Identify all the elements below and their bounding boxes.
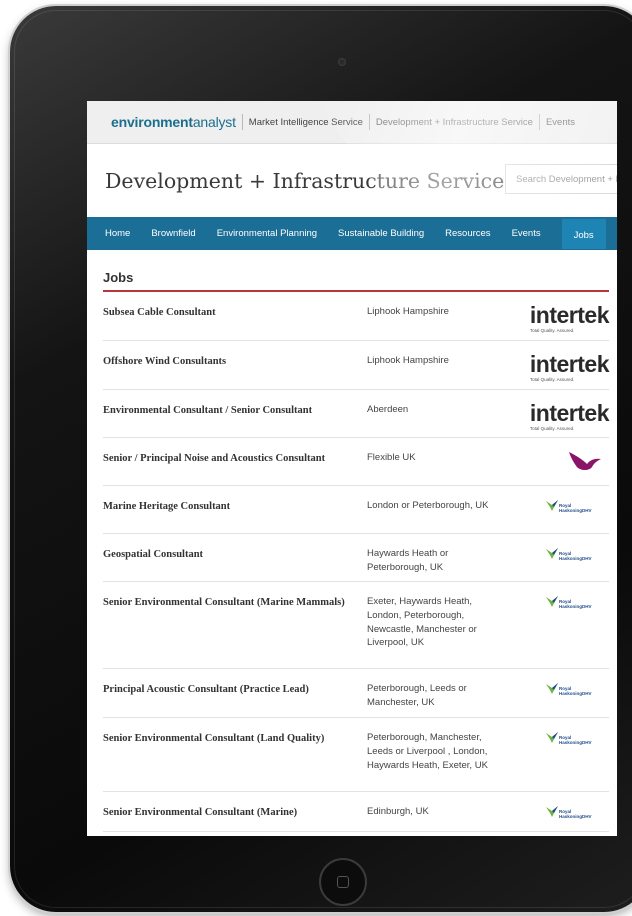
job-location: Aberdeen [367,404,409,415]
nav-environmental-planning[interactable]: Environmental Planning [217,228,317,239]
company-logo: Royal HaskoningDHV [501,792,609,831]
nav-events[interactable]: Events [512,228,541,239]
job-title[interactable]: Senior Environmental Consultant (Land Qu… [103,718,367,791]
browser-screen: environmentanalyst Market Intelligence S… [87,101,617,836]
list-item[interactable]: Senior Environmental Consultant (Marine)… [103,792,609,832]
topnav-events[interactable]: Events [546,117,575,128]
royal-haskoningdhv-logo: Royal HaskoningDHV [545,681,609,703]
search-input[interactable]: Search Development + I [505,164,617,194]
company-logo: intertek Total Quality. Assured. [501,390,610,437]
company-logo: Royal HaskoningDHV [501,669,609,717]
nav-resources[interactable]: Resources [445,228,490,239]
job-title[interactable]: Offshore Wind Consultants [103,341,367,389]
main-nav: Home Brownfield Environmental Planning S… [87,217,617,250]
list-item[interactable]: Senior Environmental Consultant (Land Qu… [103,718,609,792]
job-title[interactable]: Senior / Principal Noise and Acoustics C… [103,438,367,485]
divider [368,114,370,130]
royal-haskoningdhv-logo: Royal HaskoningDHV [545,730,609,752]
list-item[interactable]: Senior / Principal Noise and Acoustics C… [103,438,609,486]
camera-icon [338,58,346,66]
topnav-development-infrastructure[interactable]: Development + Infrastructure Service [376,117,533,128]
intertek-logo: intertek Total Quality. Assured. [529,302,610,334]
home-button[interactable] [319,858,367,906]
company-logo: intertek Total Quality. Assured. [501,341,610,389]
divider [241,114,243,130]
list-item[interactable]: Environmental Consultant / Senior Consul… [103,390,610,438]
job-title[interactable]: Senior Environmental Consultant (Marine … [103,582,367,668]
job-title[interactable]: Senior Environmental Consultant (Marine) [103,792,367,831]
company-logo: Royal HaskoningDHV [501,582,609,668]
intertek-logo: intertek Total Quality. Assured. [529,351,610,383]
divider [538,114,540,130]
company-logo: intertek Total Quality. Assured. [501,292,610,340]
company-logo [501,438,609,485]
royal-haskoningdhv-logo: Royal HaskoningDHV [545,498,609,520]
list-item[interactable]: Principal Acoustic Consultant (Practice … [103,669,609,718]
bird-logo-icon [569,452,601,470]
page-title: Development + Infrastructure Service [105,168,505,193]
job-location: Flexible UK [367,452,416,463]
company-logo: Royal HaskoningDHV [501,534,609,581]
nav-jobs[interactable]: Jobs [561,218,606,249]
job-location: Peterborough, Manchester, Leeds or Liver… [367,732,488,771]
job-location: Peterborough, Leeds or Manchester, UK [367,683,467,708]
list-item[interactable]: Offshore Wind Consultants Liphook Hampsh… [103,341,610,390]
intertek-logo: intertek Total Quality. Assured. [529,400,610,432]
job-location: Liphook Hampshire [367,306,449,317]
nav-brownfield[interactable]: Brownfield [151,228,195,239]
company-logo: Royal HaskoningDHV [501,486,609,533]
nav-home[interactable]: Home [105,228,130,239]
job-location: Haywards Heath or Peterborough, UK [367,548,449,573]
job-location: Edinburgh, UK [367,806,429,817]
site-header: Development + Infrastructure Service Sea… [87,144,617,217]
job-title[interactable]: Environmental Consultant / Senior Consul… [103,390,367,437]
topnav-market-intelligence[interactable]: Market Intelligence Service [249,117,363,128]
nav-sustainable-building[interactable]: Sustainable Building [338,228,424,239]
list-item[interactable]: Senior Environmental Consultant (Marine … [103,582,609,669]
royal-haskoningdhv-logo: Royal HaskoningDHV [545,594,609,616]
site-logo[interactable]: environmentanalyst [111,114,236,130]
section-heading: Jobs [103,270,609,292]
tablet-frame: environmentanalyst Market Intelligence S… [10,6,632,912]
list-item[interactable]: Geospatial Consultant Haywards Heath or … [103,534,609,582]
list-item[interactable]: Subsea Cable Consultant Liphook Hampshir… [103,292,610,341]
list-item[interactable]: Marine Heritage Consultant London or Pet… [103,486,609,534]
job-location: Liphook Hampshire [367,355,449,366]
job-title[interactable]: Geospatial Consultant [103,534,367,581]
job-title[interactable]: Subsea Cable Consultant [103,292,367,340]
job-title[interactable]: Principal Acoustic Consultant (Practice … [103,669,367,717]
top-bar: environmentanalyst Market Intelligence S… [87,101,617,144]
job-location: Exeter, Haywards Heath, London, Peterbor… [367,596,477,649]
royal-haskoningdhv-logo: Royal HaskoningDHV [545,804,609,826]
royal-haskoningdhv-logo: Royal HaskoningDHV [545,546,609,568]
company-logo: Royal HaskoningDHV [501,718,609,791]
job-location: London or Peterborough, UK [367,500,489,511]
jobs-list: Subsea Cable Consultant Liphook Hampshir… [103,292,610,832]
home-square-icon [337,876,349,888]
job-title[interactable]: Marine Heritage Consultant [103,486,367,533]
screen-glare [317,101,617,211]
